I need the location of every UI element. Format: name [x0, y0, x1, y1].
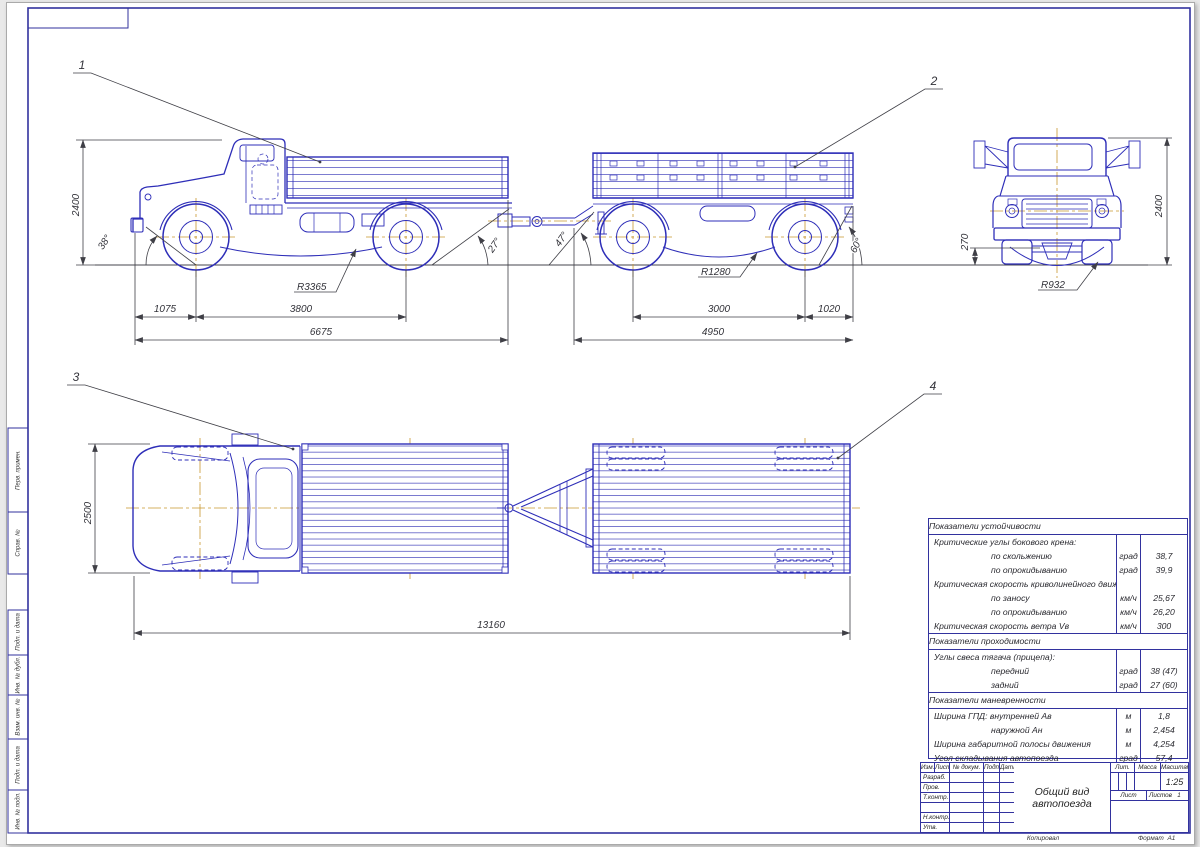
dim-wheelbase: 3800	[196, 304, 406, 317]
table-row: Критическая скорость криволинейного движ…	[929, 577, 1187, 591]
tb-list: Лист	[935, 763, 950, 773]
table-section-header: Показатели проходимости	[929, 633, 1187, 650]
tb-data: Дата	[1000, 763, 1014, 773]
title-block: Изм. Лист № докум. Подп. Дата Разраб. Пр…	[920, 762, 1189, 833]
svg-text:1: 1	[79, 58, 86, 72]
truck-top-view	[133, 434, 508, 583]
tb-utv: Утв.	[921, 823, 950, 833]
margin-label-inv-podl: Инв. № подл.	[15, 792, 22, 829]
table-section-header: Показатели маневренности	[929, 692, 1187, 709]
svg-text:47°: 47°	[553, 230, 571, 249]
svg-text:3000: 3000	[708, 304, 731, 315]
drawing-sheet: Перв. примен. Справ. № Подп. и дата Инв.…	[0, 0, 1200, 847]
table-row: по заносукм/ч25,67	[929, 591, 1187, 605]
table-row: Критическая скорость ветра Vвкм/ч300	[929, 619, 1187, 633]
margin-label-sprav-no: Справ. №	[15, 529, 22, 557]
table-row: переднийград38 (47)	[929, 664, 1187, 678]
callout-1: 1	[73, 58, 321, 163]
table-row: заднийград27 (60)	[929, 678, 1187, 692]
dim-r-front: R932	[1038, 262, 1098, 291]
table-row: по опрокидываниюград39,9	[929, 563, 1187, 577]
tb-lit: Лит.	[1111, 763, 1135, 773]
svg-text:2400: 2400	[1154, 194, 1165, 218]
svg-text:R932: R932	[1041, 280, 1065, 291]
margin-label-inv-dubl: Инв. № дубл.	[15, 657, 22, 694]
dim-truck-length: 6675	[135, 327, 508, 340]
svg-text:3800: 3800	[290, 304, 313, 315]
table-row: по скольжениюград38,7	[929, 549, 1187, 563]
table-row: Углы свеса тягача (прицепа):	[929, 650, 1187, 664]
callout-4: 4	[837, 379, 942, 459]
svg-text:3: 3	[73, 370, 80, 384]
table-row: Критические углы бокового крена:	[929, 535, 1187, 549]
table-row: Ширина габаритной полосы движениям4,254	[929, 737, 1187, 751]
margin-label-vzam-inv: Взам. инв. №	[15, 698, 22, 736]
tb-masshtab: Масштаб	[1161, 763, 1188, 773]
dim-angle-drawbar: 47°	[549, 212, 594, 265]
svg-text:60°: 60°	[848, 237, 865, 256]
tb-blank-row	[921, 803, 950, 813]
callouts: 1 2 3 4	[67, 58, 943, 459]
svg-text:2400: 2400	[71, 193, 82, 217]
footer-format: Формат А1	[1138, 835, 1175, 842]
dim-clearance: 270	[960, 233, 1040, 265]
margin-label-podp-data-1: Подп. и дата	[16, 613, 22, 651]
svg-text:1020: 1020	[818, 304, 841, 315]
tb-list-label: Лист	[1111, 791, 1147, 801]
callout-2: 2	[794, 74, 943, 168]
trailer-top-view	[497, 444, 850, 573]
svg-text:6675: 6675	[310, 327, 333, 338]
margin-label-podp-data-2: Подп. и дата	[16, 746, 22, 784]
svg-text:4: 4	[930, 379, 937, 393]
svg-text:2500: 2500	[83, 501, 94, 525]
tb-ndokum: № докум.	[950, 763, 984, 773]
front-view	[974, 128, 1140, 278]
svg-text:270: 270	[960, 233, 971, 251]
tb-nkontr: Н.контр.	[921, 813, 950, 823]
tb-massa: Масса	[1135, 763, 1161, 773]
footer-kopiroval: Копировал	[1012, 835, 1074, 842]
spec-table: Показатели устойчивости Критические углы…	[928, 518, 1188, 759]
svg-text:4950: 4950	[702, 327, 725, 338]
svg-text:R1280: R1280	[701, 267, 731, 278]
wheel-centerlines	[156, 198, 845, 280]
svg-text:13160: 13160	[477, 620, 505, 631]
dim-angle-trailer-rear: 60°	[819, 206, 865, 265]
right-mirror	[1106, 141, 1140, 168]
table-section-header: Показатели устойчивости	[929, 519, 1187, 535]
svg-text:27°: 27°	[486, 236, 504, 256]
dim-angle-front: 38°	[96, 227, 196, 265]
side-view	[95, 139, 1148, 280]
svg-text:R3365: R3365	[297, 282, 327, 293]
callout-3: 3	[67, 370, 294, 450]
tb-razrab: Разраб.	[921, 773, 950, 783]
trailer-side-view	[593, 153, 853, 270]
tb-podp: Подп.	[984, 763, 1000, 773]
table-row: по опрокидываниюкм/ч26,20	[929, 605, 1187, 619]
tb-tkontr: Т.контр.	[921, 793, 950, 803]
tb-prov: Пров.	[921, 783, 950, 793]
top-view	[126, 434, 860, 583]
truck-side-view	[131, 139, 593, 270]
svg-text:38°: 38°	[96, 233, 114, 252]
tb-listov: Листов 1	[1147, 791, 1188, 801]
table-row: наружной Анм2,454	[929, 723, 1187, 737]
tb-izm: Изм.	[921, 763, 935, 773]
drawing-title: Общий вид автопоезда	[1014, 763, 1111, 833]
dim-trailer-length: 4950	[574, 327, 853, 340]
dim-trailer-rear-overhang: 1020	[805, 304, 853, 317]
table-row: Ширина ГПД: внутренней Авм1,8	[929, 709, 1187, 723]
dim-total-length: 13160	[134, 576, 850, 640]
dim-truck-height: 2400	[71, 140, 222, 265]
margin-label-perv-primen: Перв. примен.	[16, 450, 22, 490]
svg-text:2: 2	[930, 74, 938, 88]
svg-text:1075: 1075	[154, 304, 177, 315]
left-mirror	[974, 141, 1008, 168]
dim-width: 2500	[83, 444, 150, 573]
tb-scale-value: 1:25	[1161, 773, 1188, 791]
